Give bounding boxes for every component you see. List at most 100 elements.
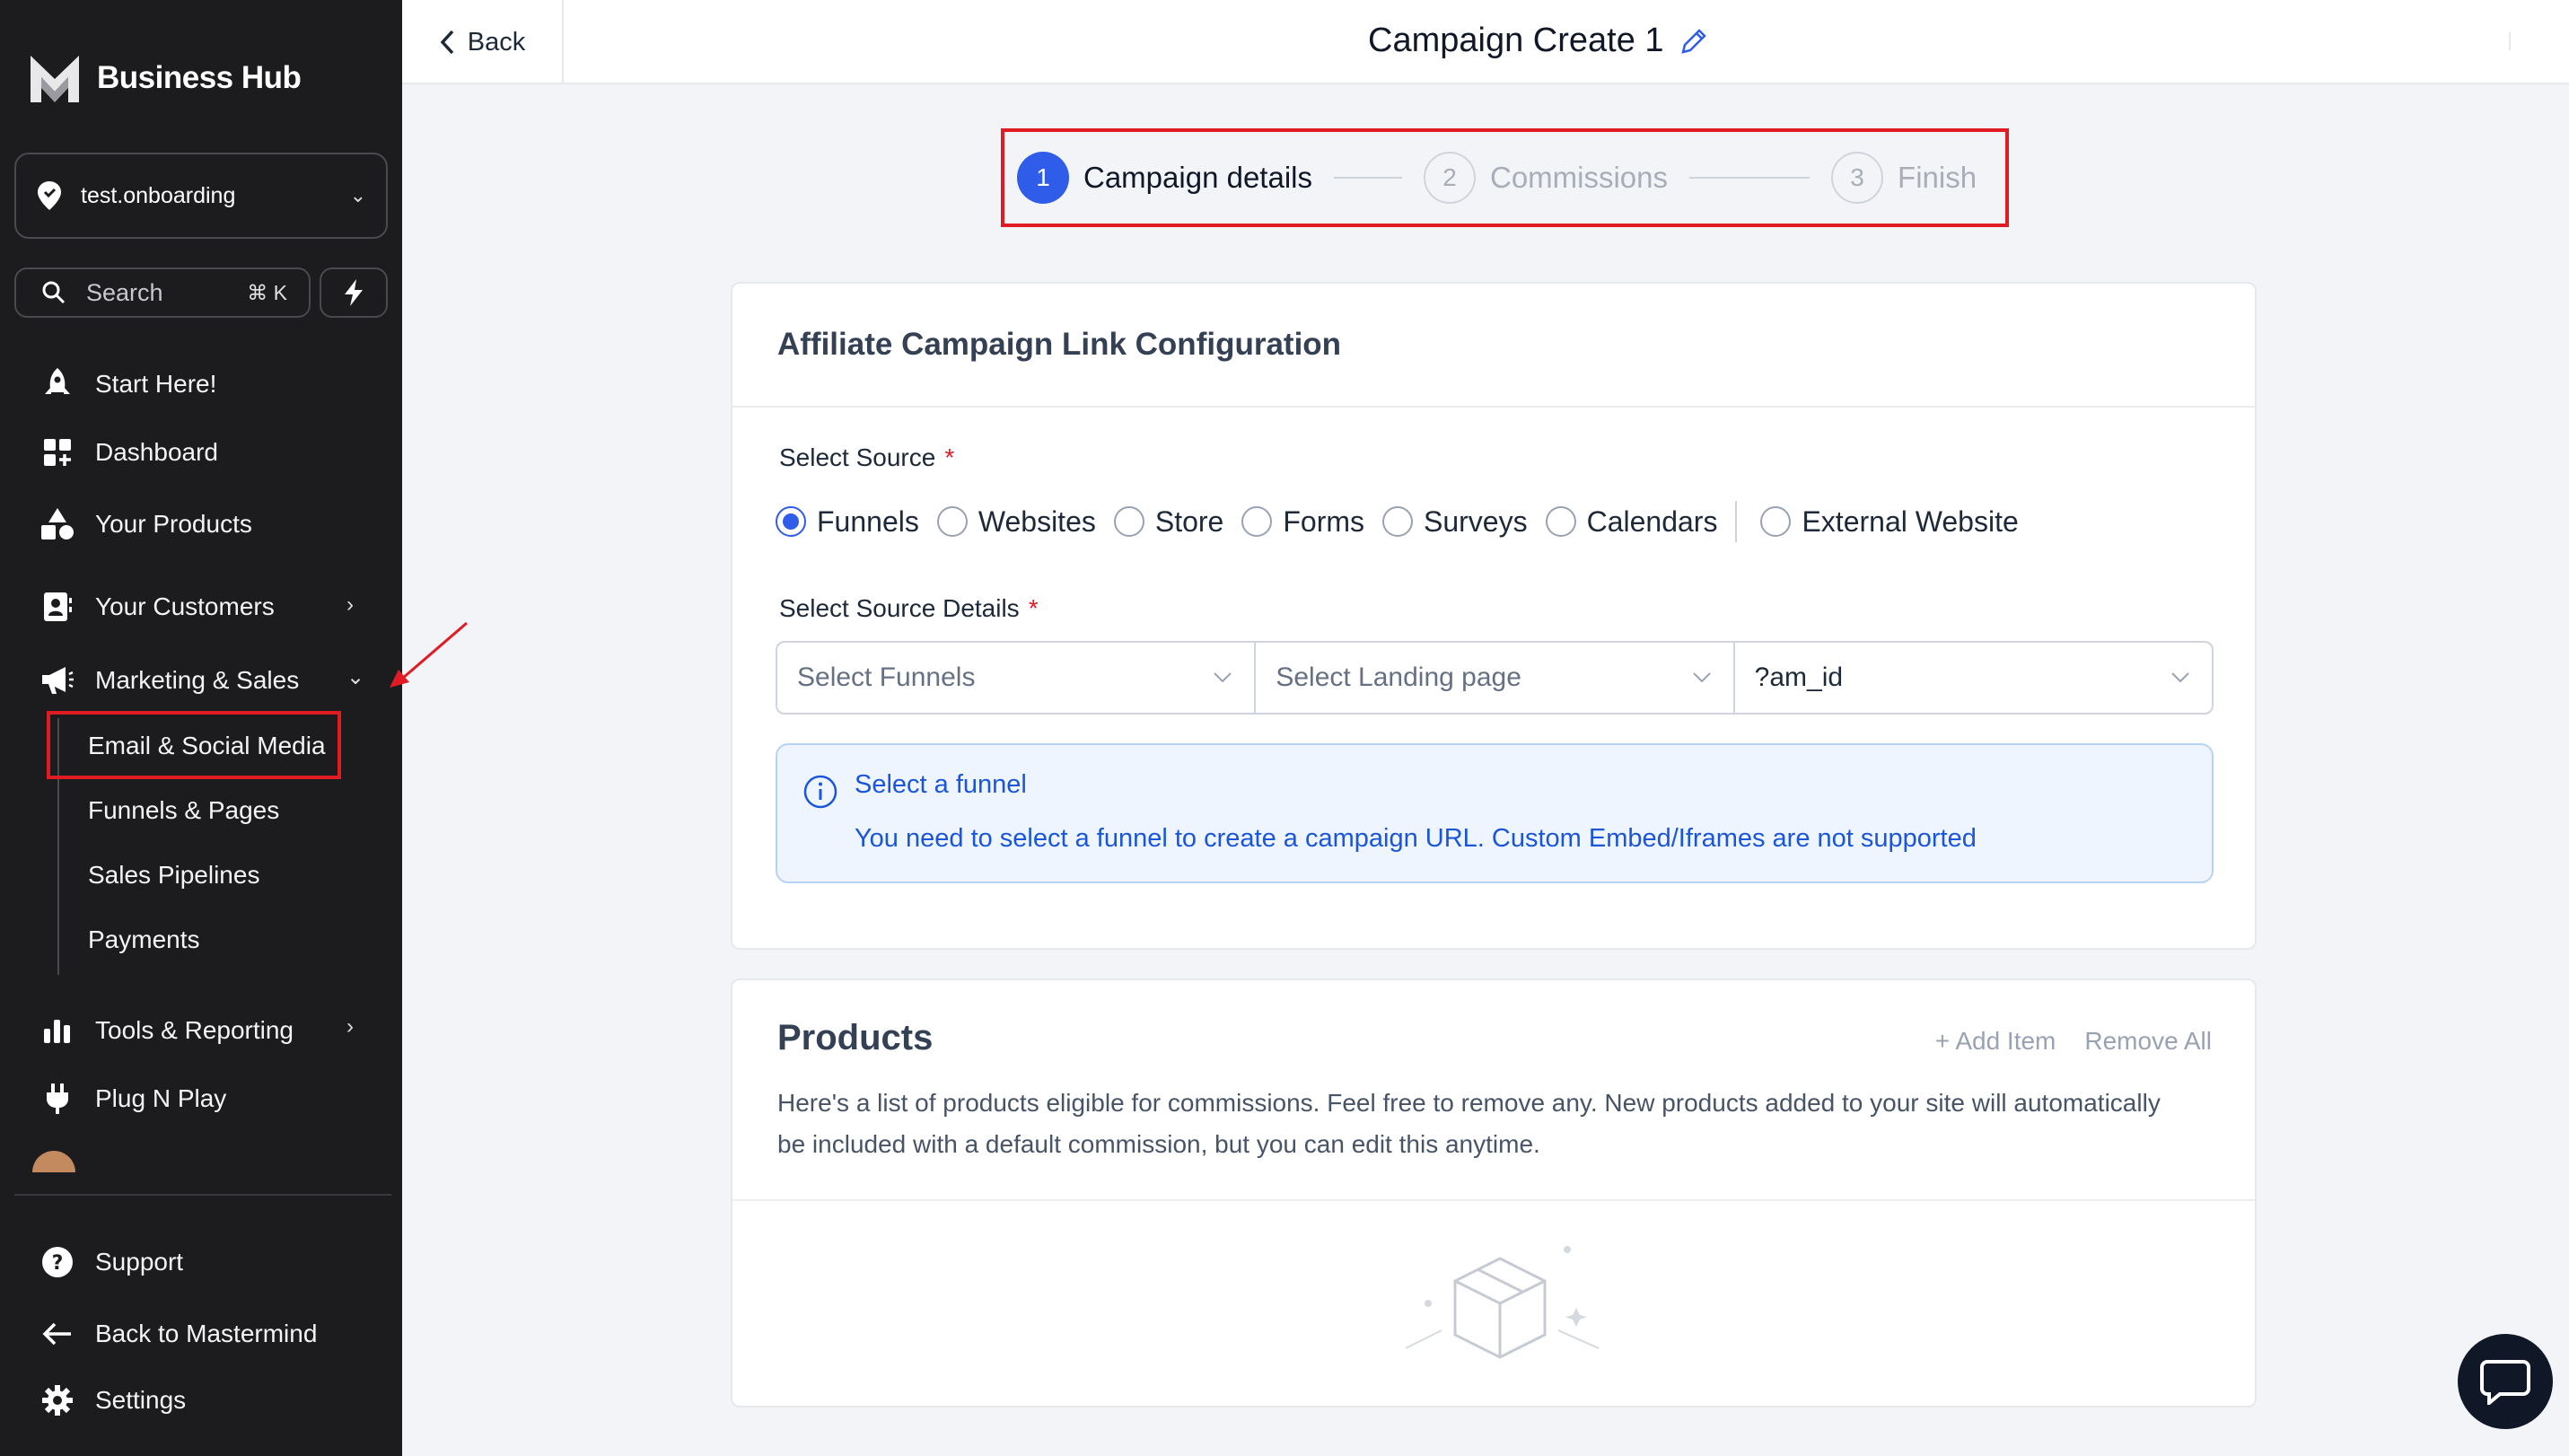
chat-bubble-icon xyxy=(2480,1360,2530,1405)
radio-funnels[interactable]: Funnels xyxy=(776,505,919,539)
nav-label: Support xyxy=(95,1248,184,1276)
radio-label: External Website xyxy=(1802,504,2019,538)
select-placeholder: Select Landing page xyxy=(1276,662,1521,692)
select-funnels-dropdown[interactable]: Select Funnels xyxy=(777,643,1254,713)
topbar-divider xyxy=(2509,32,2511,50)
nav-sales-pipelines[interactable]: Sales Pipelines xyxy=(88,861,259,890)
chevron-down-icon xyxy=(2171,672,2189,683)
chat-widget-button[interactable] xyxy=(2458,1334,2553,1429)
info-icon xyxy=(803,775,837,809)
plug-icon xyxy=(39,1081,75,1117)
products-title: Products xyxy=(777,1018,934,1057)
source-details-selects: Select Funnels Select Landing page ?am_i… xyxy=(776,641,2214,715)
step-2-label[interactable]: Commissions xyxy=(1490,161,1668,195)
remove-all-button[interactable]: Remove All xyxy=(2084,1027,2212,1056)
radio-store[interactable]: Store xyxy=(1113,505,1223,539)
products-card: Products + Add Item Remove All Here's a … xyxy=(731,978,2257,1408)
stepper: 1 Campaign details 2 Commissions 3 Finis… xyxy=(1001,128,2009,227)
avatar xyxy=(32,1151,75,1172)
nav-funnels-pages[interactable]: Funnels & Pages xyxy=(88,796,279,825)
step-1-label[interactable]: Campaign details xyxy=(1083,161,1312,195)
sidebar-divider xyxy=(14,1194,391,1196)
nav-label: Settings xyxy=(95,1386,187,1414)
help-icon: ? xyxy=(39,1244,75,1280)
select-landing-page-dropdown[interactable]: Select Landing page xyxy=(1254,643,1732,713)
nav-label: Start Here! xyxy=(95,370,217,398)
back-button[interactable]: Back xyxy=(402,0,564,84)
param-dropdown[interactable]: ?am_id xyxy=(1732,643,2212,713)
location-name: test.onboarding xyxy=(81,182,236,208)
nav-label: Back to Mastermind xyxy=(95,1320,318,1347)
location-switcher[interactable]: test.onboarding ⌄ xyxy=(14,153,388,239)
nav-support[interactable]: ? Support xyxy=(39,1244,183,1280)
products-description: Here's a list of products eligible for c… xyxy=(777,1089,2161,1158)
chevron-down-icon xyxy=(1214,672,1232,683)
nav-settings[interactable]: Settings xyxy=(39,1382,186,1418)
radio-calendars[interactable]: Calendars xyxy=(1545,505,1717,539)
chevron-down-icon xyxy=(1692,672,1711,683)
nav-your-customers[interactable]: Your Customers xyxy=(39,589,275,625)
nav-plug-n-play[interactable]: Plug N Play xyxy=(39,1081,226,1117)
radio-surveys[interactable]: Surveys xyxy=(1382,505,1528,539)
info-text: You need to select a funnel to create a … xyxy=(855,824,1977,853)
step-3-number[interactable]: 3 xyxy=(1831,152,1884,204)
nav-email-social-media[interactable]: Email & Social Media xyxy=(88,732,326,760)
select-placeholder: Select Funnels xyxy=(797,662,976,692)
radio-dot[interactable] xyxy=(1113,506,1144,537)
step-connector xyxy=(1333,177,1402,179)
radio-dot[interactable] xyxy=(776,506,806,537)
radio-forms[interactable]: Forms xyxy=(1241,505,1364,539)
svg-text:?: ? xyxy=(52,1252,64,1275)
radio-label: Funnels xyxy=(817,504,919,538)
source-details-label: Select Source Details * xyxy=(779,594,1039,622)
select-source-label: Select Source * xyxy=(779,443,955,471)
page-title: Campaign Create 1 xyxy=(1368,22,1664,59)
nav-marketing-sales[interactable]: Marketing & Sales xyxy=(39,662,299,698)
back-label: Back xyxy=(467,27,526,57)
radio-label: Surveys xyxy=(1424,504,1528,538)
radio-dot[interactable] xyxy=(1545,506,1576,537)
radio-dot[interactable] xyxy=(936,506,968,537)
add-item-button[interactable]: + Add Item xyxy=(1935,1027,2056,1056)
radio-external-website[interactable]: External Website xyxy=(1760,504,2019,539)
step-3-label[interactable]: Finish xyxy=(1898,161,1977,195)
nav-label: Tools & Reporting xyxy=(95,1016,294,1044)
pencil-edit-icon[interactable] xyxy=(1679,26,1709,57)
step-2-number[interactable]: 2 xyxy=(1423,152,1476,204)
required-mark: * xyxy=(1028,594,1039,622)
radio-dot[interactable] xyxy=(1382,506,1413,537)
nav-back-to-mastermind[interactable]: Back to Mastermind xyxy=(39,1316,317,1352)
search-shortcut: ⌘ K xyxy=(247,280,287,304)
bar-chart-icon xyxy=(39,1013,75,1048)
nav-dashboard[interactable]: Dashboard xyxy=(39,434,218,470)
radio-label: Websites xyxy=(978,504,1096,538)
sidebar: Business Hub test.onboarding ⌄ Search ⌘ … xyxy=(0,0,402,1456)
brand[interactable]: Business Hub xyxy=(29,52,302,104)
nav-tools-reporting[interactable]: Tools & Reporting xyxy=(39,1013,294,1048)
radio-separator xyxy=(1735,501,1738,542)
nav-label: Your Products xyxy=(95,510,252,538)
nav-start-here[interactable]: Start Here! xyxy=(39,366,216,402)
quick-actions-button[interactable] xyxy=(320,268,388,318)
contact-card-icon xyxy=(39,589,75,625)
gear-icon xyxy=(39,1382,75,1418)
info-title: Select a funnel xyxy=(855,770,1027,799)
radio-label: Forms xyxy=(1283,504,1364,538)
products-actions: + Add Item Remove All xyxy=(1935,1027,2212,1056)
search-input[interactable]: Search ⌘ K xyxy=(14,268,311,318)
step-1-number[interactable]: 1 xyxy=(1017,152,1069,204)
radio-dot[interactable] xyxy=(1241,506,1273,537)
search-label: Search xyxy=(86,278,163,306)
megaphone-icon xyxy=(39,662,75,698)
dashboard-icon xyxy=(39,434,75,470)
card-title: Affiliate Campaign Link Configuration xyxy=(777,327,1342,362)
mastermind-logo-icon xyxy=(31,56,79,102)
radio-dot[interactable] xyxy=(1760,506,1792,537)
brand-name: Business Hub xyxy=(97,60,302,95)
chevron-right-icon: › xyxy=(346,592,354,617)
nav-label: Dashboard xyxy=(95,438,218,466)
radio-websites[interactable]: Websites xyxy=(936,504,1096,539)
chevron-right-icon: › xyxy=(346,1014,354,1039)
nav-payments[interactable]: Payments xyxy=(88,925,200,954)
nav-your-products[interactable]: Your Products xyxy=(39,506,252,542)
